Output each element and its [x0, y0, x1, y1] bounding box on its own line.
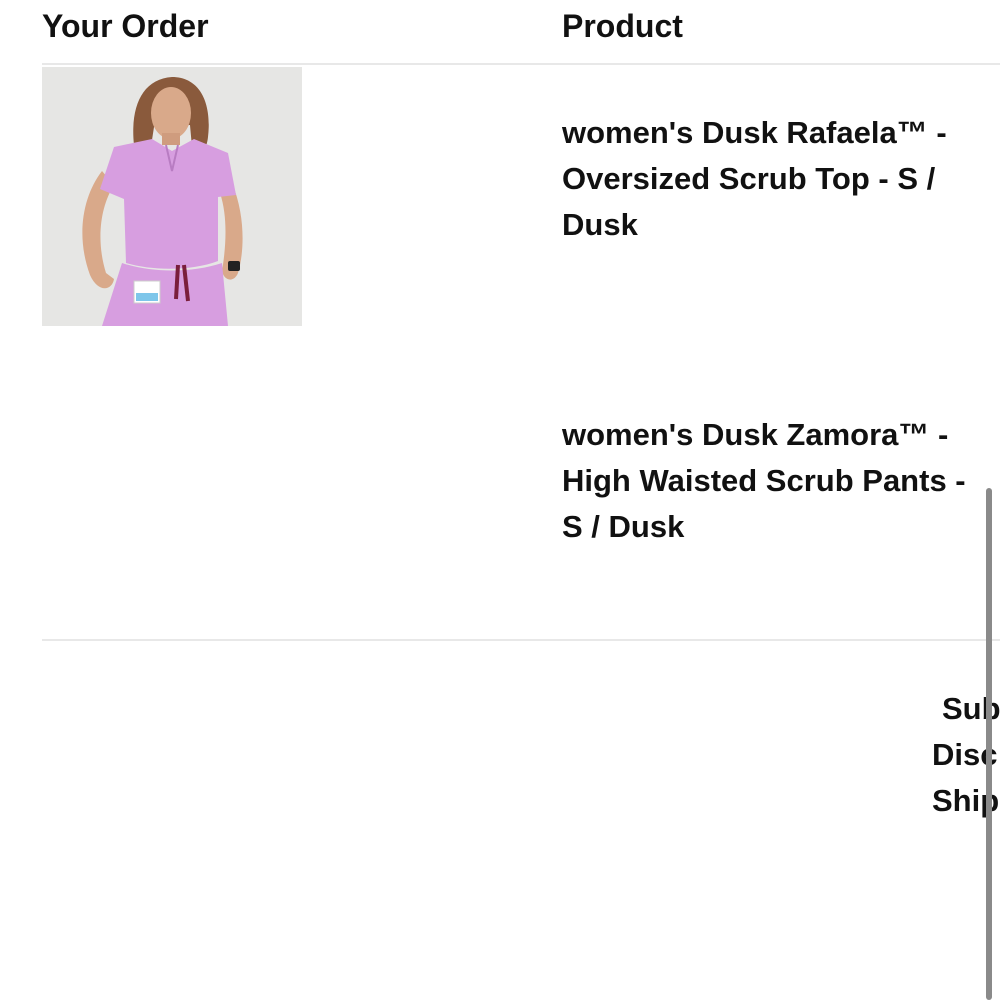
- order-item-name[interactable]: women's Dusk Rafaela™ - Oversized Scrub …: [562, 110, 972, 248]
- product-column-heading: Product: [562, 8, 683, 44]
- your-order-heading: Your Order: [42, 8, 209, 44]
- order-item-name[interactable]: women's Dusk Zamora™ - High Waisted Scru…: [562, 412, 972, 550]
- product-thumbnail-image[interactable]: [42, 67, 302, 326]
- vertical-scrollbar-thumb[interactable]: [986, 488, 992, 1000]
- items-divider: [42, 639, 1000, 641]
- header-divider: [42, 63, 1000, 65]
